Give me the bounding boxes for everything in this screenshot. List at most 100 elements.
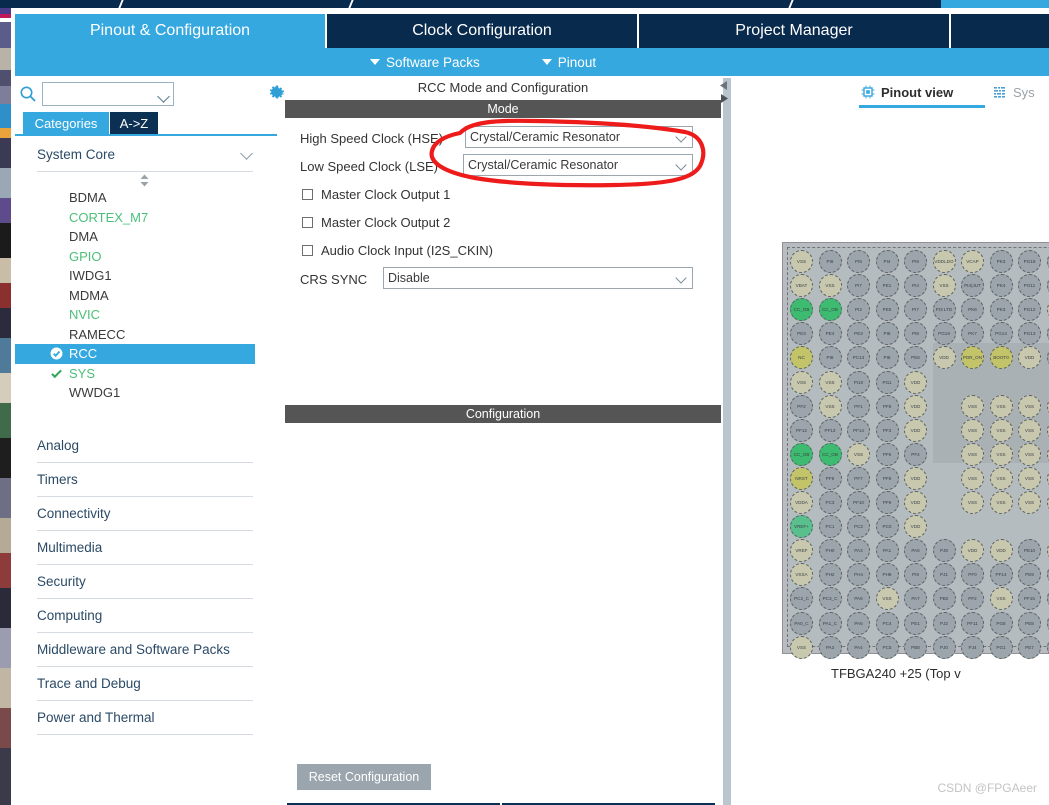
bga-ball[interactable]: PK3 <box>989 298 1013 322</box>
bga-ball[interactable]: PC4 <box>875 611 899 635</box>
bga-ball[interactable]: VDD <box>904 466 927 490</box>
bga-ball[interactable]: PI8 <box>818 346 842 370</box>
bga-ball[interactable]: VDD <box>904 394 927 418</box>
bga-ball[interactable]: PF8 <box>875 394 899 418</box>
bga-ball[interactable]: VSS <box>875 587 899 611</box>
bga-ball[interactable]: PF4 <box>904 442 927 466</box>
checkbox[interactable] <box>302 244 313 256</box>
bga-ball[interactable]: VSS <box>790 250 813 273</box>
bga-ball[interactable]: PG8 <box>989 611 1013 635</box>
bga-ball[interactable]: VREF+ <box>790 515 813 539</box>
bga-ball[interactable]: PI8 <box>875 346 899 370</box>
bga-ball[interactable]: PF6 <box>875 442 899 466</box>
sidebar-search-combo[interactable] <box>42 82 174 106</box>
bga-ball[interactable]: PB8 <box>904 635 927 659</box>
tab-system-view[interactable]: Sys <box>993 80 1035 104</box>
tab-clock-configuration[interactable]: Clock Configuration <box>327 14 637 48</box>
bga-ball[interactable]: PA0_C <box>790 611 813 635</box>
tab-pinout-view[interactable]: Pinout view <box>861 80 953 104</box>
bga-ball[interactable]: PG14 <box>989 322 1013 346</box>
sidebar-group-connectivity[interactable]: Connectivity <box>37 497 253 531</box>
bga-ball[interactable]: VSS <box>989 466 1013 490</box>
tab-pinout-configuration[interactable]: Pinout & Configuration <box>15 14 325 48</box>
bga-ball[interactable]: PE1 <box>904 611 927 635</box>
bga-ball[interactable]: VDD <box>904 418 927 442</box>
bga-ball[interactable]: VSS <box>818 370 842 394</box>
bga-ball[interactable]: VSS <box>961 491 984 514</box>
bga-ball[interactable]: PE4 <box>818 322 842 346</box>
bga-ball[interactable]: PF8 <box>875 466 899 490</box>
sidebar-group-security[interactable]: Security <box>37 565 253 599</box>
bga-ball[interactable]: PJ8 <box>932 539 956 563</box>
tree-item-wwdg1[interactable]: WWDG1 <box>15 383 265 403</box>
bga-ball[interactable]: VDDLDO <box>932 250 956 273</box>
bga-ball[interactable]: VSS <box>1018 491 1041 514</box>
bga-ball[interactable]: VSS <box>961 394 984 418</box>
bga-ball[interactable]: VDD <box>904 370 927 394</box>
bga-ball[interactable]: BOOT0 <box>989 346 1013 370</box>
bga-ball[interactable]: VSS <box>961 466 984 490</box>
splitter-collapse-icon[interactable] <box>719 80 729 106</box>
bga-ball[interactable]: VSS <box>1018 418 1041 442</box>
tree-item-dma[interactable]: DMA <box>15 227 265 247</box>
sidebar-group-trace-and-debug[interactable]: Trace and Debug <box>37 667 253 701</box>
bga-ball[interactable]: CC_OB <box>790 442 813 466</box>
bga-ball[interactable]: PI4(JUT <box>961 274 984 298</box>
sidebar-group-system-core[interactable]: System Core <box>37 138 253 172</box>
sidebar-group-power-and-thermal[interactable]: Power and Thermal <box>37 701 253 735</box>
sidebar-group-multimedia[interactable]: Multimedia <box>37 531 253 565</box>
bga-ball[interactable]: PF1 <box>847 394 870 418</box>
bga-ball[interactable]: VSS <box>1018 442 1041 466</box>
bga-ball[interactable]: PI3 LTD <box>932 298 956 322</box>
bga-ball[interactable]: VSS <box>989 442 1013 466</box>
bga-ball[interactable]: PA3 <box>818 635 842 659</box>
sidebar-tab-a-to-z[interactable]: A->Z <box>110 112 158 134</box>
bga-ball[interactable]: PF10 <box>847 491 870 514</box>
panel-splitter[interactable] <box>723 78 731 805</box>
gear-icon[interactable] <box>267 83 287 103</box>
bga-ball[interactable]: VSS <box>1018 394 1041 418</box>
bga-ball[interactable]: VSS <box>818 274 842 298</box>
bga-ball[interactable]: PK4 <box>989 274 1013 298</box>
bga-ball[interactable]: PC1 <box>818 515 842 539</box>
tab-project-manager[interactable]: Project Manager <box>639 14 949 48</box>
sidebar-group-analog[interactable]: Analog <box>37 429 253 463</box>
bga-ball[interactable]: PK3 <box>989 250 1013 273</box>
bga-ball[interactable]: PI4 <box>904 274 927 298</box>
sidebar-group-middleware-and-software-packs[interactable]: Middleware and Software Packs <box>37 633 253 667</box>
search-input[interactable] <box>43 83 173 105</box>
sidebar-tab-categories[interactable]: Categories <box>23 112 109 134</box>
bga-ball[interactable]: VDD <box>932 346 956 370</box>
bga-ball[interactable]: PG11 <box>1018 274 1041 298</box>
bga-ball[interactable]: PJ0 <box>932 635 956 659</box>
tree-item-rcc[interactable]: RCC <box>15 344 255 364</box>
tree-item-cortex-m7[interactable]: CORTEX_M7 <box>15 208 265 228</box>
tree-scroll-spinner[interactable] <box>15 172 265 188</box>
bga-ball[interactable]: PF7 <box>847 466 870 490</box>
audio-clock-input-row[interactable]: Audio Clock Input (I2S_CKIN) <box>285 236 721 264</box>
bga-ball[interactable]: PF13 <box>818 418 842 442</box>
bga-ball[interactable]: PA1 <box>875 539 899 563</box>
bga-ball[interactable]: PE1 <box>875 274 899 298</box>
bga-ball[interactable]: PI5 <box>847 250 870 273</box>
bga-ball[interactable]: CC_OB <box>818 298 842 322</box>
sidebar-group-timers[interactable]: Timers <box>37 463 253 497</box>
bga-ball[interactable]: VDD <box>904 491 927 514</box>
bga-ball[interactable]: PF14 <box>847 418 870 442</box>
bga-ball[interactable]: PC2 <box>847 515 870 539</box>
bga-ball[interactable]: VSS <box>989 491 1013 514</box>
bga-ball[interactable]: VBAT <box>790 274 813 298</box>
bga-ball[interactable]: PA1_C <box>818 611 842 635</box>
bga-ball[interactable]: PG1 <box>989 635 1013 659</box>
tree-item-ramecc[interactable]: RAMECC <box>15 325 265 345</box>
tree-item-bdma[interactable]: BDMA <box>15 188 265 208</box>
bga-ball[interactable]: VSS <box>989 418 1013 442</box>
bga-ball[interactable]: PI11 <box>875 370 899 394</box>
bga-ball[interactable]: VSS <box>790 635 813 659</box>
tree-item-gpio[interactable]: GPIO <box>15 247 265 267</box>
bga-ball[interactable]: PC0 <box>875 515 899 539</box>
bga-ball[interactable]: PF9 <box>875 491 899 514</box>
bga-ball[interactable]: PF2 <box>790 394 813 418</box>
bga-ball[interactable]: PC3 <box>818 491 842 514</box>
bga-ball[interactable]: PI9 <box>904 250 927 273</box>
